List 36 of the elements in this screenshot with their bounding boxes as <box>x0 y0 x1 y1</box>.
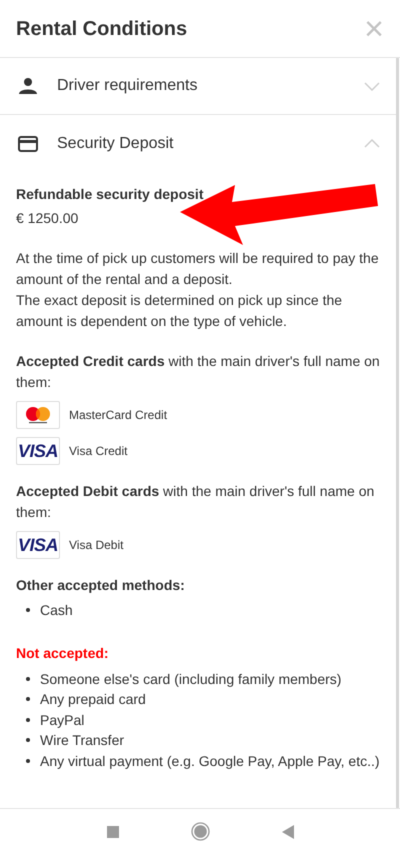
paragraph: At the time of pick up customers will be required to pay the amount of the rental and a deposit. <box>16 249 380 289</box>
bullet-icon <box>26 697 30 702</box>
warning-heading: Not accepted: <box>16 644 110 663</box>
accordion-header[interactable]: Driver requirements <box>0 58 396 115</box>
section-heading: Other accepted methods: <box>16 576 186 595</box>
visa-logo: VISA <box>18 442 58 460</box>
paragraph: Accepted Debit cards with the main driver's full name on them: <box>16 482 376 522</box>
card-name: Visa Debit <box>69 536 124 554</box>
mastercard-logo-icon <box>23 406 53 424</box>
chevron-up-icon <box>364 139 380 148</box>
list-item: Cash <box>40 601 73 620</box>
paragraph: The exact deposit is determined on pick up since the amount is dependent on the type of vehicle. <box>16 291 344 331</box>
recent-apps-button[interactable] <box>106 826 118 838</box>
section-heading: Refundable security deposit <box>16 185 204 204</box>
bullet-icon <box>26 676 30 681</box>
deposit-amount: € 1250.00 <box>16 209 80 228</box>
list-item: Someone else's card (including family members) <box>40 670 342 689</box>
chevron-down-icon <box>364 82 380 90</box>
list-item: Any virtual payment (e.g. Google Pay, Apple Pay, etc..) <box>40 752 380 771</box>
list-item: Any prepaid card <box>40 690 146 709</box>
visa-logo: VISA <box>18 536 58 554</box>
accordion-header[interactable]: Security Deposit <box>0 115 396 172</box>
card-name: MasterCard Credit <box>69 406 168 424</box>
home-button[interactable] <box>190 822 210 841</box>
list-item: PayPal <box>40 710 84 730</box>
bullet-icon <box>26 758 30 763</box>
paragraph: Accepted Credit cards with the main driver's full name on them: <box>16 352 380 392</box>
bullet-icon <box>26 718 30 722</box>
bullet-icon <box>26 608 30 612</box>
card-name: Visa Credit <box>69 442 128 460</box>
back-button[interactable] <box>282 824 294 838</box>
person-icon <box>19 78 37 94</box>
dialog-title: Rental Conditions <box>16 16 188 42</box>
bullet-icon <box>26 738 30 742</box>
list-item: Wire Transfer <box>40 731 124 750</box>
credit-card-icon <box>18 136 38 152</box>
